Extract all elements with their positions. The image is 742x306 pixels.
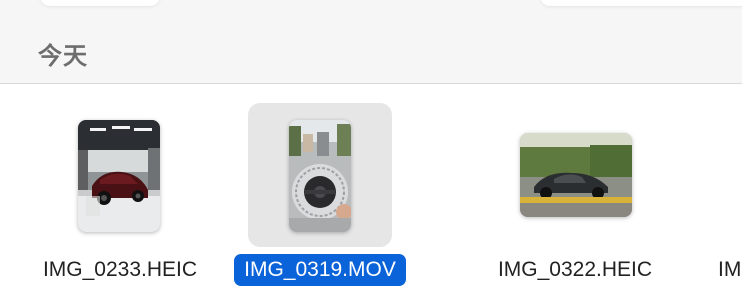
file-tile[interactable] [503, 103, 647, 247]
file-item-partial[interactable]: IM [708, 254, 742, 286]
toolbar-area: 今天 [0, 0, 742, 83]
file-tile[interactable] [48, 103, 192, 247]
video-thumbnail-icon [289, 120, 351, 232]
section-divider [0, 83, 742, 84]
toolbar-control-left[interactable] [40, 0, 160, 6]
section-title: 今天 [38, 42, 88, 70]
toolbar-control-right[interactable] [540, 0, 742, 6]
file-item-img-0319[interactable]: IMG_0319.MOV [220, 103, 420, 303]
file-name-label[interactable]: IM [708, 254, 741, 286]
file-name-label[interactable]: IMG_0322.HEIC [488, 254, 662, 286]
file-item-img-0322[interactable]: IMG_0322.HEIC [475, 103, 675, 303]
file-name-label[interactable]: IMG_0319.MOV [234, 254, 406, 286]
file-name-label[interactable]: IMG_0233.HEIC [33, 254, 207, 286]
photo-thumbnail-icon [520, 133, 632, 217]
file-tile[interactable] [248, 103, 392, 247]
photo-thumbnail-icon [78, 120, 160, 232]
file-item-img-0233[interactable]: IMG_0233.HEIC [20, 103, 220, 303]
